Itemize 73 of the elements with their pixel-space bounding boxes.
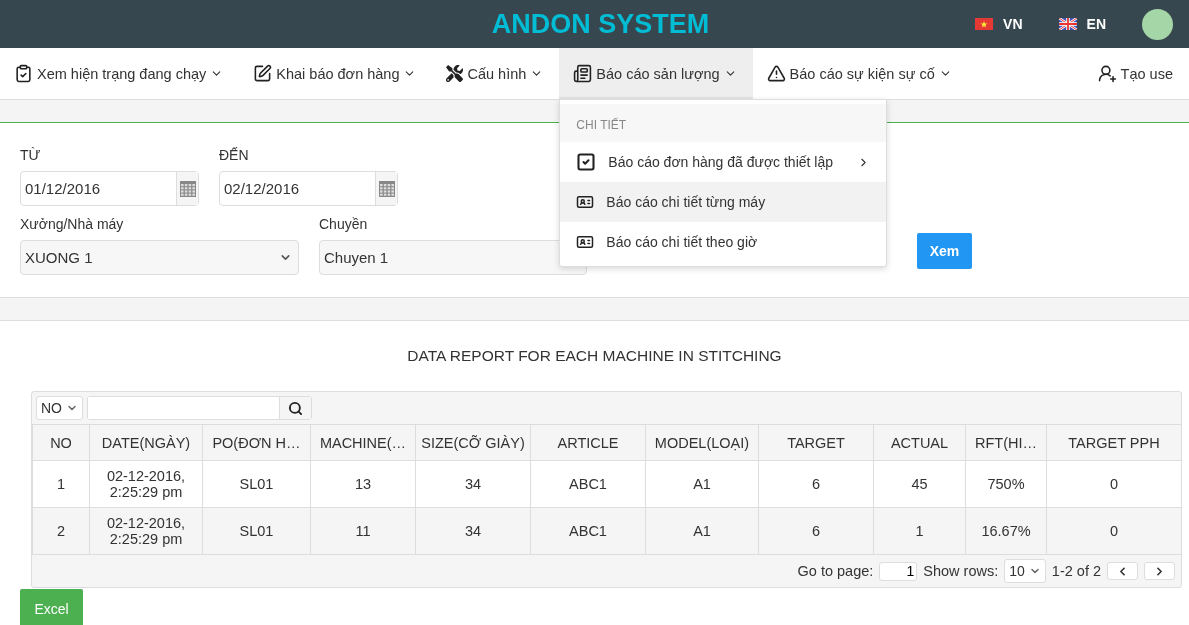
table-cell: 750% [965, 460, 1047, 508]
menu-item[interactable]: Báo cáo đơn hàng đã được thiết lập [560, 142, 887, 182]
newspaper-icon [573, 64, 593, 83]
table-cell: 0 [1046, 507, 1182, 555]
table-cell: SL01 [202, 507, 311, 555]
menu-heading: CHI TIẾT [560, 104, 887, 142]
menu-item[interactable]: Báo cáo chi tiết từng máy [560, 182, 887, 222]
table-cell: 13 [310, 460, 416, 508]
language-link[interactable]: VN [975, 16, 1023, 32]
table-cell: ABC1 [530, 460, 646, 508]
user-avatar[interactable] [1142, 8, 1173, 40]
column-header[interactable]: MACHINE(… [310, 424, 416, 461]
column-header[interactable]: ACTUAL [873, 424, 966, 461]
go-to-page-label: Go to page: [797, 563, 874, 579]
table-cell: 0 [1046, 460, 1182, 508]
search-field[interactable] [87, 396, 312, 420]
table-cell: 34 [415, 507, 531, 555]
page-range: 1-2 of 2 [1051, 563, 1101, 579]
column-header[interactable]: NO [32, 424, 90, 461]
column-header[interactable]: PO(ĐƠN H… [202, 424, 311, 461]
table-cell: A1 [645, 460, 759, 508]
date-field[interactable]: 02/12/2016 [219, 171, 398, 206]
rows-select[interactable]: 10 [1004, 559, 1046, 583]
table-cell: 6 [758, 460, 874, 508]
edit-icon [253, 64, 273, 83]
column-header[interactable]: DATE(NGÀY) [89, 424, 203, 461]
tools-icon [446, 65, 464, 82]
column-header[interactable]: TARGET [758, 424, 874, 461]
id-card-icon [576, 193, 595, 211]
table-cell: ABC1 [530, 507, 646, 555]
previous-page-button[interactable] [1107, 562, 1138, 580]
calendar-icon [179, 180, 196, 197]
table-cell: 1 [32, 460, 90, 508]
table-cell: 1 [873, 507, 966, 555]
field-label: ĐẾN [219, 147, 250, 163]
column-header[interactable]: ARTICLE [530, 424, 646, 461]
flag-icon [1058, 18, 1077, 30]
select-field[interactable]: XUONG 1 [20, 240, 299, 275]
table-cell: A1 [645, 507, 759, 555]
page-field[interactable]: 1 [879, 561, 918, 581]
report-title: DATA REPORT FOR EACH MACHINE IN STITCHING [406, 347, 783, 365]
table-cell: 02-12-2016, 2:25:29 pm [89, 507, 203, 555]
warning-icon [766, 64, 786, 83]
id-card-icon [576, 233, 595, 251]
column-header[interactable]: TARGET PPH [1046, 424, 1182, 461]
column-header[interactable]: SIZE(CỠ GIÀY) [415, 424, 531, 461]
show-rows-label: Show rows: [923, 563, 999, 579]
field-label: Xưởng/Nhà máy [20, 216, 125, 232]
next-page-button[interactable] [1144, 562, 1175, 580]
table-cell: 45 [873, 460, 966, 508]
flag-icon [975, 18, 994, 30]
field-label: TỪ [20, 147, 42, 163]
table-cell: 02-12-2016, 2:25:29 pm [89, 460, 203, 508]
checkbox-icon [576, 152, 597, 172]
table-cell: 34 [415, 460, 531, 508]
date-field[interactable]: 01/12/2016 [20, 171, 199, 206]
column-header[interactable]: RFT(HI… [965, 424, 1047, 461]
menu-item[interactable]: Báo cáo chi tiết theo giờ [560, 222, 887, 262]
add-user-icon [1097, 64, 1117, 83]
table-cell: 11 [310, 507, 416, 555]
table-cell: 16.67% [965, 507, 1047, 555]
column-header[interactable]: MODEL(LOẠI) [645, 424, 759, 461]
table-cell: SL01 [202, 460, 311, 508]
app-title: ANDON SYSTEM [491, 8, 710, 40]
field-label: Chuyền [319, 216, 369, 232]
search-icon [288, 400, 303, 416]
clipboard-check-icon [14, 64, 33, 83]
calendar-icon [378, 180, 395, 197]
table-cell: 6 [758, 507, 874, 555]
table-cell: 2 [32, 507, 90, 555]
select-field[interactable]: Chuyen 1 [319, 240, 587, 275]
language-link[interactable]: EN [1058, 16, 1106, 32]
column-select[interactable]: NO [36, 396, 83, 420]
